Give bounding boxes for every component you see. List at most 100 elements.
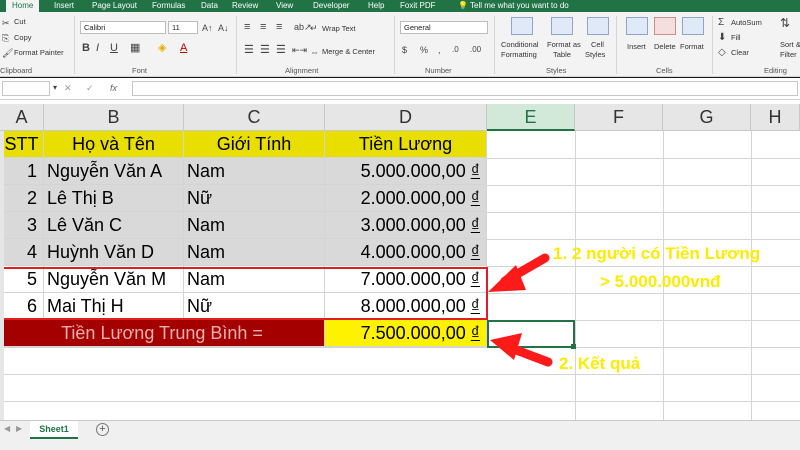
cell-stt[interactable]: 2	[0, 185, 44, 212]
tab-review[interactable]: Review	[232, 0, 258, 12]
font-name-select[interactable]: Calibri	[80, 21, 166, 34]
borders-icon[interactable]: ▦	[130, 42, 140, 54]
column-header-d[interactable]: D	[325, 104, 487, 131]
average-label-cell[interactable]: Tiền Lương Trung Bình =	[0, 320, 325, 347]
column-header-h[interactable]: H	[751, 104, 800, 131]
cell-name[interactable]: Lê Thị B	[44, 185, 184, 212]
autosum-button[interactable]: AutoSum	[731, 18, 762, 27]
format-painter-button[interactable]: Format Painter	[14, 48, 64, 57]
font-color-icon[interactable]: A	[180, 42, 187, 54]
wrap-text-icon: ↵	[310, 23, 318, 33]
header-gender[interactable]: Giới Tính	[184, 131, 325, 158]
align-top-icon[interactable]: ≡	[244, 21, 250, 33]
column-header-e[interactable]: E	[487, 104, 575, 131]
cell-name[interactable]: Huỳnh Văn D	[44, 239, 184, 266]
insert-function-icon[interactable]: fx	[110, 82, 117, 94]
cell-stt[interactable]: 4	[0, 239, 44, 266]
conditional-button-line1[interactable]: Conditional	[501, 40, 539, 49]
format-as-table-line2[interactable]: Table	[553, 50, 571, 59]
add-sheet-icon[interactable]: +	[96, 423, 109, 436]
increase-decimal-icon[interactable]: .0	[452, 44, 459, 56]
column-header-f[interactable]: F	[575, 104, 663, 131]
average-value-cell[interactable]: 7.500.000,00 ₫	[325, 320, 487, 347]
align-center-icon[interactable]: ☰	[260, 44, 270, 56]
row-header-strip	[0, 131, 4, 421]
comma-style-icon[interactable]: ,	[438, 44, 441, 56]
cell-gender[interactable]: Nam	[184, 158, 325, 185]
copy-button[interactable]: Copy	[14, 33, 32, 42]
font-size-select[interactable]: 11	[168, 21, 198, 34]
align-middle-icon[interactable]: ≡	[260, 21, 266, 33]
cell-stt[interactable]: 3	[0, 212, 44, 239]
tab-formulas[interactable]: Formulas	[152, 0, 185, 12]
cell-salary[interactable]: 2.000.000,00 ₫	[325, 185, 487, 212]
cell-salary[interactable]: 5.000.000,00 ₫	[325, 158, 487, 185]
formula-input[interactable]	[132, 81, 798, 96]
column-header-b[interactable]: B	[44, 104, 184, 131]
scroll-right-icon[interactable]: ▶	[16, 423, 22, 435]
column-header-a[interactable]: A	[0, 104, 44, 131]
accounting-icon[interactable]: $	[402, 44, 407, 56]
column-header-c[interactable]: C	[184, 104, 325, 131]
sort-filter-line2[interactable]: Filter	[780, 50, 797, 59]
active-cell-selection[interactable]	[487, 320, 575, 348]
group-separator	[494, 16, 495, 74]
tab-home[interactable]: Home	[6, 0, 40, 12]
fill-color-icon[interactable]: ◈	[158, 42, 166, 54]
cell-gender[interactable]: Nam	[184, 212, 325, 239]
cut-button[interactable]: Cut	[14, 17, 26, 26]
cell-salary[interactable]: 4.000.000,00 ₫	[325, 239, 487, 266]
number-format-select[interactable]: General	[400, 21, 488, 34]
indent-icon[interactable]: ⇤⇥	[292, 44, 307, 56]
decrease-decimal-icon[interactable]: .00	[470, 44, 481, 56]
header-salary[interactable]: Tiền Lương	[325, 131, 487, 158]
cell-name[interactable]: Lê Văn C	[44, 212, 184, 239]
tab-data[interactable]: Data	[201, 0, 218, 12]
delete-button[interactable]: Delete	[654, 42, 676, 51]
column-header-g[interactable]: G	[663, 104, 751, 131]
sheet-tab-sheet1[interactable]: Sheet1	[30, 421, 78, 439]
wrap-text-button[interactable]: Wrap Text	[322, 24, 356, 33]
fill-button[interactable]: Fill	[731, 33, 741, 42]
merge-center-button[interactable]: Merge & Center	[322, 47, 375, 56]
header-name[interactable]: Họ và Tên	[44, 131, 184, 158]
format-as-table-line1[interactable]: Format as	[547, 40, 581, 49]
tab-insert[interactable]: Insert	[54, 0, 74, 12]
tab-foxit-pdf[interactable]: Foxit PDF	[400, 0, 436, 12]
conditional-button-line2[interactable]: Formatting	[501, 50, 537, 59]
align-right-icon[interactable]: ☰	[276, 44, 286, 56]
tab-help[interactable]: Help	[368, 0, 384, 12]
tab-developer[interactable]: Developer	[313, 0, 349, 12]
align-bottom-icon[interactable]: ≡	[276, 21, 282, 33]
fill-handle[interactable]	[571, 344, 576, 349]
scroll-left-icon[interactable]: ◀	[4, 423, 10, 435]
cell-stt[interactable]: 1	[0, 158, 44, 185]
salary-value: 4.000.000,00	[360, 242, 466, 262]
cell-gender[interactable]: Nữ	[184, 185, 325, 212]
name-box[interactable]	[2, 81, 50, 96]
orientation-icon[interactable]: ab↗	[294, 21, 312, 33]
align-left-icon[interactable]: ☰	[244, 44, 254, 56]
namebox-dropdown-icon[interactable]: ▾	[53, 82, 57, 94]
italic-icon[interactable]: I	[96, 42, 99, 54]
enter-icon[interactable]: ✓	[86, 82, 94, 94]
percent-icon[interactable]: %	[420, 44, 428, 56]
cell-styles-line2[interactable]: Styles	[585, 50, 605, 59]
clear-button[interactable]: Clear	[731, 48, 749, 57]
decrease-font-icon[interactable]: A↓	[218, 22, 229, 34]
insert-button[interactable]: Insert	[627, 42, 646, 51]
underline-icon[interactable]: U	[110, 42, 118, 54]
cell-styles-line1[interactable]: Cell	[591, 40, 604, 49]
cell-gender[interactable]: Nam	[184, 239, 325, 266]
tab-view[interactable]: View	[276, 0, 293, 12]
header-stt[interactable]: STT	[0, 131, 44, 158]
bold-icon[interactable]: B	[82, 42, 90, 54]
increase-font-icon[interactable]: A↑	[202, 22, 213, 34]
cell-name[interactable]: Nguyễn Văn A	[44, 158, 184, 185]
tell-me-search[interactable]: Tell me what you want to do	[470, 0, 569, 12]
sort-filter-line1[interactable]: Sort &	[780, 40, 800, 49]
cell-salary[interactable]: 3.000.000,00 ₫	[325, 212, 487, 239]
cancel-icon[interactable]: ✕	[64, 82, 72, 94]
tab-page-layout[interactable]: Page Layout	[92, 0, 137, 12]
format-button[interactable]: Format	[680, 42, 704, 51]
